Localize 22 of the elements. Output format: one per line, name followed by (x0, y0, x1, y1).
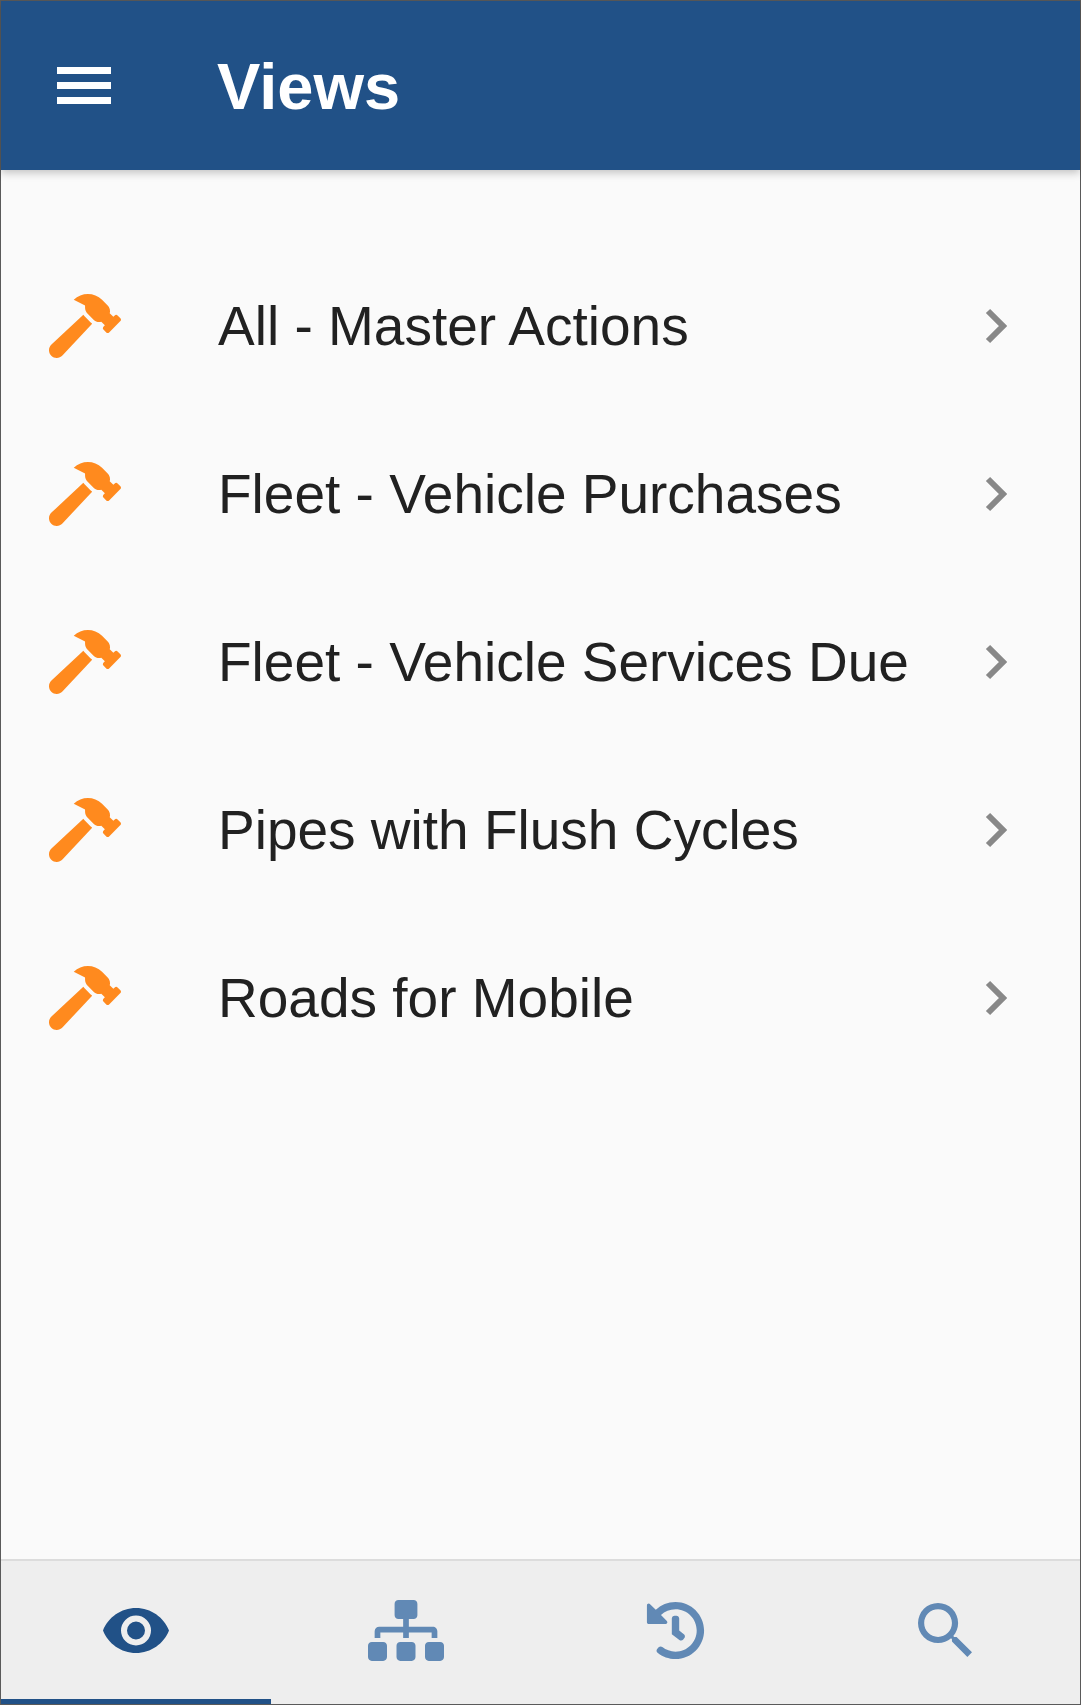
view-list-item[interactable]: Fleet - Vehicle Purchases (1, 410, 1080, 578)
chevron-right-icon (985, 476, 1007, 512)
page-title: Views (217, 54, 401, 119)
hammer-icon (49, 630, 121, 694)
chevron-right-icon (985, 812, 1007, 848)
eye-icon (102, 1607, 169, 1653)
view-list-item[interactable]: Fleet - Vehicle Services Due (1, 578, 1080, 746)
hammer-icon (49, 966, 121, 1030)
chevron-right-icon (985, 308, 1007, 344)
chevron-right-icon (985, 980, 1007, 1016)
view-list-item[interactable]: Roads for Mobile (1, 914, 1080, 1082)
hammer-icon (49, 294, 121, 358)
menu-icon (57, 67, 111, 104)
hammer-icon (49, 798, 121, 862)
sitemap-icon (367, 1599, 444, 1661)
history-icon (645, 1600, 705, 1660)
chevron-right-icon (985, 644, 1007, 680)
hammer-icon (49, 462, 121, 526)
search-icon (918, 1603, 973, 1657)
menu-button[interactable] (57, 67, 111, 104)
view-list-item[interactable]: All - Master Actions (1, 242, 1080, 410)
view-list-item[interactable]: Pipes with Flush Cycles (1, 746, 1080, 914)
